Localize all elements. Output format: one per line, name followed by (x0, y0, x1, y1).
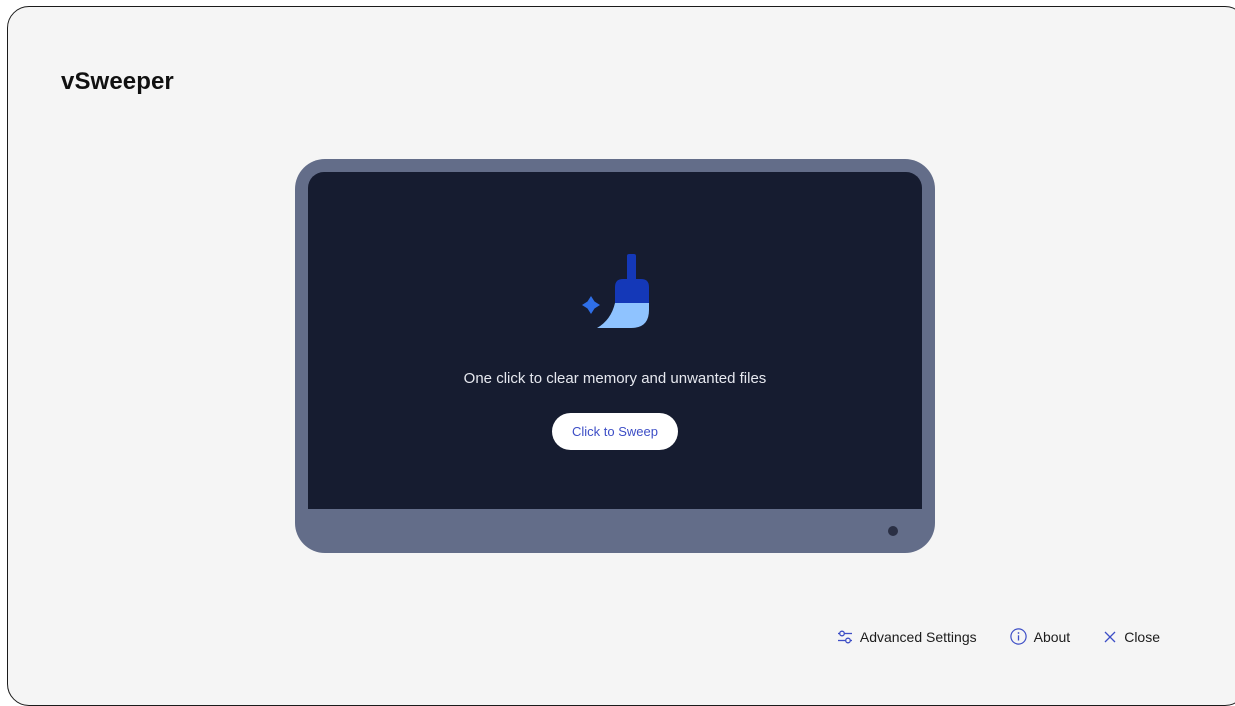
about-label: About (1033, 628, 1071, 645)
app-title: vSweeper (61, 68, 174, 95)
close-label: Close (1124, 628, 1160, 645)
click-to-sweep-button[interactable]: Click to Sweep (552, 413, 678, 450)
close-button[interactable]: Close (1103, 629, 1160, 645)
monitor-screen: One click to clear memory and unwanted f… (308, 172, 922, 509)
monitor-illustration: One click to clear memory and unwanted f… (295, 159, 935, 553)
advanced-settings-label: Advanced Settings (859, 628, 977, 645)
info-icon (1009, 628, 1027, 645)
sliders-icon (837, 630, 852, 643)
advanced-settings-button[interactable]: Advanced Settings (837, 629, 977, 645)
close-icon (1104, 631, 1116, 642)
tagline-text: One click to clear memory and unwanted f… (463, 370, 767, 387)
broom-sparkle-icon (582, 254, 649, 328)
power-indicator (888, 526, 898, 536)
footer-actions: Advanced Settings About Close (837, 628, 1160, 645)
about-button[interactable]: About (1009, 628, 1071, 645)
